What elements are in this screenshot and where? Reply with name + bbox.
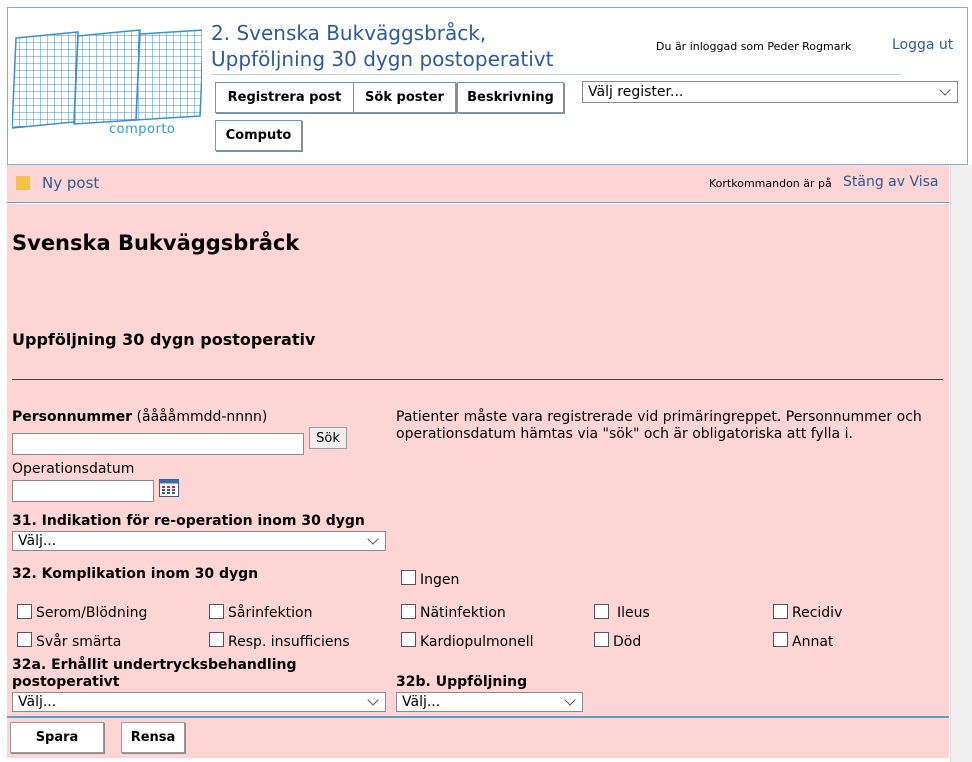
checkbox-natinfektion[interactable] xyxy=(401,604,416,619)
checkbox-ileus-label: Ileus xyxy=(617,605,650,621)
clear-button[interactable]: Rensa xyxy=(121,722,185,753)
description-button[interactable]: Beskrivning xyxy=(457,82,564,113)
checkbox-ingen-label: Ingen xyxy=(420,572,460,588)
checkbox-svar-smarta[interactable] xyxy=(17,632,32,647)
q32-label: 32. Komplikation inom 30 dygn xyxy=(12,566,259,582)
shortcut-toggle-link[interactable]: Stäng av Visa xyxy=(843,174,939,190)
checkbox-recidiv[interactable] xyxy=(773,604,788,619)
checkbox-ingen[interactable] xyxy=(401,570,416,585)
chevron-down-icon xyxy=(367,533,379,545)
checkbox-annat[interactable] xyxy=(773,632,788,647)
checkbox-natinfektion-label: Nätinfektion xyxy=(420,605,506,621)
register-select[interactable]: Välj register... xyxy=(582,81,958,103)
register-post-button[interactable]: Registrera post xyxy=(215,82,354,113)
form-subtitle: Uppföljning 30 dygn postoperativ xyxy=(12,330,316,349)
personnummer-format: (ååååmmdd-nnnn) xyxy=(136,409,268,425)
calendar-icon[interactable] xyxy=(159,479,179,501)
title-line-2: Uppföljning 30 dygn postoperativt xyxy=(211,47,554,71)
app-header: comporto 2. Svenska Bukväggsbråck, Uppfö… xyxy=(7,7,968,165)
checkbox-dod[interactable] xyxy=(594,632,609,647)
vertical-scrollbar[interactable] xyxy=(950,165,972,762)
shortcut-status-text: Kortkommandon är på xyxy=(709,177,832,190)
q32a-select-value: Välj... xyxy=(18,694,57,710)
register-select-value: Välj register... xyxy=(588,84,684,100)
new-post-square-icon xyxy=(16,176,30,190)
search-posts-button[interactable]: Sök poster xyxy=(353,82,456,113)
checkbox-resp-label: Resp. insufficiens xyxy=(228,634,350,650)
chevron-down-icon xyxy=(367,694,379,706)
title-divider xyxy=(211,74,901,75)
logout-link[interactable]: Logga ut xyxy=(892,37,953,53)
new-post-label: Ny post xyxy=(42,174,100,192)
operationsdatum-label: Operationsdatum xyxy=(12,461,135,477)
info-text-line-1: Patienter måste vara registrerade vid pr… xyxy=(396,409,922,425)
personnummer-label: Personnummer xyxy=(12,409,133,425)
info-bar: Ny post Kortkommandon är på Stäng av Vis… xyxy=(7,165,949,203)
comporto-logo: comporto xyxy=(11,28,205,148)
operationsdatum-input[interactable] xyxy=(12,480,154,502)
checkbox-kardio-label: Kardiopulmonell xyxy=(420,634,534,650)
logged-in-text: Du är inloggad som Peder Rogmark xyxy=(656,40,852,53)
logo-text: comporto xyxy=(109,122,176,137)
form-title: Svenska Bukväggsbråck xyxy=(12,231,300,255)
save-button[interactable]: Spara xyxy=(10,722,104,753)
q31-select-value: Välj... xyxy=(18,533,57,549)
page-title: 2. Svenska Bukväggsbråck, Uppföljning 30… xyxy=(211,20,553,72)
computo-button[interactable]: Computo xyxy=(215,120,302,151)
checkbox-dod-label: Död xyxy=(613,634,642,650)
q31-label: 31. Indikation för re-operation inom 30 … xyxy=(12,513,365,529)
q32b-select[interactable]: Välj... xyxy=(396,692,583,712)
checkbox-kardio[interactable] xyxy=(401,632,416,647)
q31-select[interactable]: Välj... xyxy=(12,531,386,551)
chevron-down-icon xyxy=(564,694,576,706)
checkbox-sarinfektion[interactable] xyxy=(209,604,224,619)
checkbox-serom-label: Serom/Blödning xyxy=(36,605,148,621)
info-text-line-2: operationsdatum hämtas via "sök" och är … xyxy=(396,426,853,442)
checkbox-sarinfektion-label: Sårinfektion xyxy=(228,605,313,621)
checkbox-serom[interactable] xyxy=(17,604,32,619)
title-line-1: 2. Svenska Bukväggsbråck, xyxy=(211,21,487,45)
checkbox-resp[interactable] xyxy=(209,632,224,647)
q32a-select[interactable]: Välj... xyxy=(12,692,386,712)
q32b-label: 32b. Uppföljning xyxy=(396,674,528,690)
form-divider xyxy=(12,379,943,380)
checkbox-ileus[interactable] xyxy=(594,604,609,619)
checkbox-annat-label: Annat xyxy=(792,634,834,650)
checkbox-recidiv-label: Recidiv xyxy=(792,605,843,621)
q32b-select-value: Välj... xyxy=(402,694,441,710)
checkbox-svar-smarta-label: Svår smärta xyxy=(36,634,122,650)
search-button[interactable]: Sök xyxy=(309,427,347,449)
chevron-down-icon xyxy=(939,84,951,96)
q32a-label-line-2: postoperativt xyxy=(12,674,120,690)
personnummer-input[interactable] xyxy=(12,433,304,455)
q32a-label-line-1: 32a. Erhållit undertrycksbehandling xyxy=(12,657,297,673)
personnummer-label-group: Personnummer (ååååmmdd-nnnn) xyxy=(12,409,267,425)
